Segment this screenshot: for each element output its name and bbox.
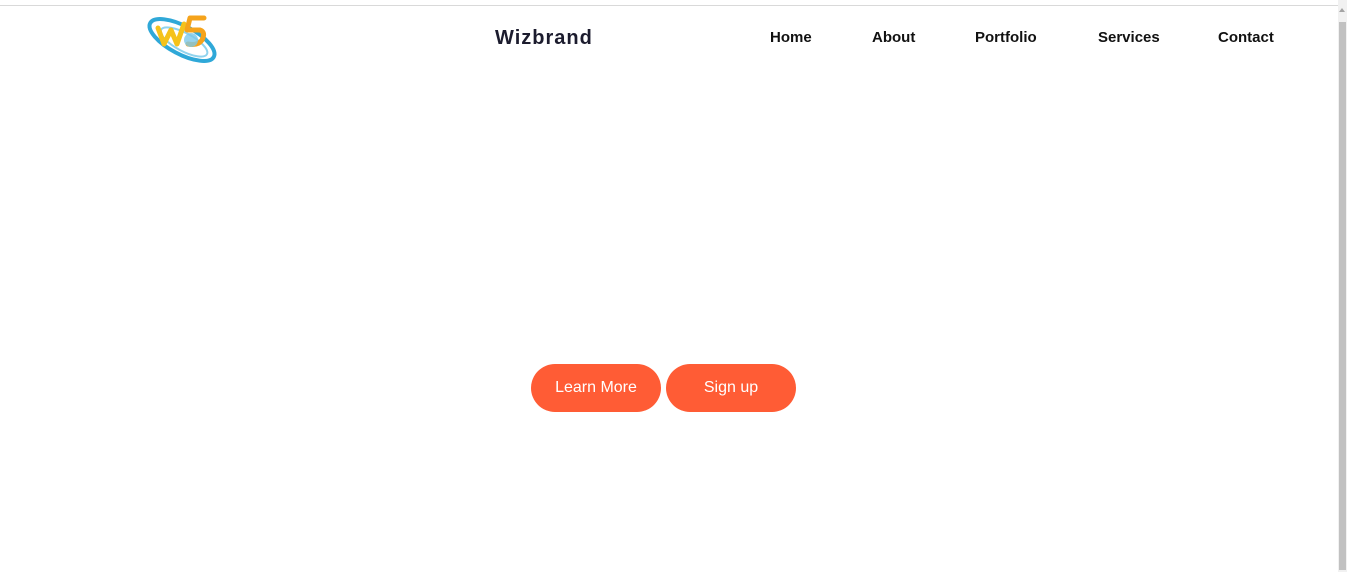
nav-item-home[interactable]: Home [770,29,812,47]
scroll-up-arrow-icon[interactable] [1339,8,1345,12]
logo-graphic [147,15,217,63]
brand-name: Wizbrand [495,27,593,49]
vertical-scrollbar[interactable] [1338,0,1347,572]
nav-item-portfolio[interactable]: Portfolio [975,29,1037,47]
nav-item-services[interactable]: Services [1098,29,1160,47]
nav-item-contact[interactable]: Contact [1218,29,1274,47]
scrollbar-thumb[interactable] [1339,22,1346,570]
browser-viewport: Wizbrand Home About Portfolio Services C… [0,0,1347,572]
sign-up-button[interactable]: Sign up [666,364,796,412]
window-top-border [0,0,1347,6]
nav-item-about[interactable]: About [872,29,915,47]
learn-more-button[interactable]: Learn More [531,364,661,412]
wizbrand-logo-icon[interactable] [144,10,224,68]
